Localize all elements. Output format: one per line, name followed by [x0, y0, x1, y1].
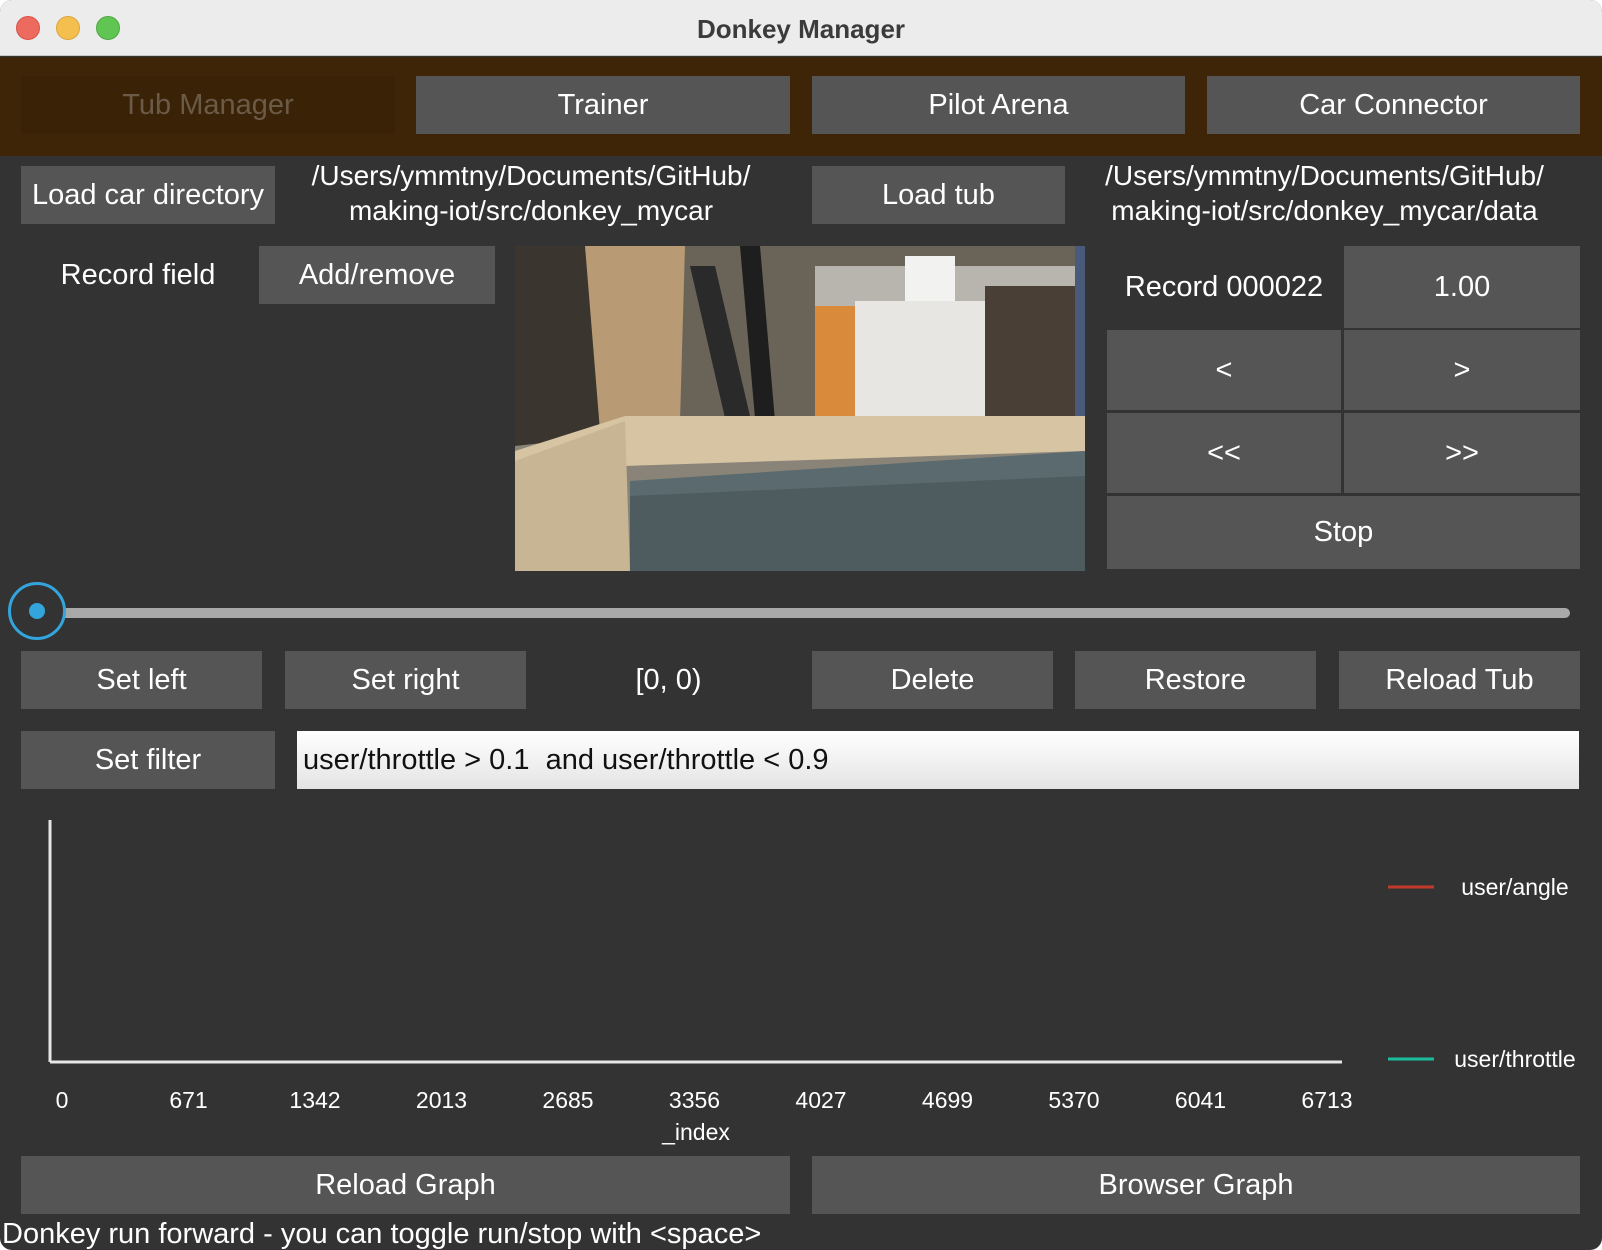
tub-path: /Users/ymmtny/Documents/GitHub/ making-i… [1072, 158, 1577, 226]
telemetry-chart: 0 671 1342 2013 2685 3356 4027 4699 5370 6041 6713… [20, 810, 1590, 1150]
add-remove-button[interactable]: Add/remove [259, 246, 495, 304]
chart-x-tick-label: 6713 [1301, 1087, 1352, 1113]
window-title: Donkey Manager [696, 14, 906, 44]
set-right-button[interactable]: Set right [285, 651, 526, 709]
tab-bar: Tub Manager Trainer Pilot Arena Car Conn… [0, 57, 1602, 156]
previous-record-button[interactable]: < [1107, 330, 1341, 410]
set-filter-button[interactable]: Set filter [21, 731, 275, 789]
app-window: Donkey Manager Tub Manager Trainer Pilot… [0, 0, 1602, 1250]
chart-x-tick-label: 5370 [1048, 1087, 1099, 1113]
filter-expression-input[interactable] [297, 731, 1579, 789]
car-directory-path-line1: /Users/ymmtny/Documents/GitHub/ [311, 160, 751, 191]
legend-label: user/throttle [1454, 1046, 1575, 1072]
camera-image-drawing [515, 246, 1085, 571]
status-message: Donkey run forward - you can toggle run/… [2, 1218, 762, 1250]
record-slider-track[interactable] [38, 608, 1570, 618]
fast-forward-button[interactable]: >> [1344, 413, 1580, 493]
tab-tub-manager[interactable]: Tub Manager [21, 76, 395, 134]
next-record-button[interactable]: > [1344, 330, 1580, 410]
chart-x-axis-label: _index [661, 1119, 730, 1145]
telemetry-chart-svg: 0 671 1342 2013 2685 3356 4027 4699 5370 6041 6713… [48, 820, 1576, 1145]
record-field-label: Record field [60, 258, 216, 291]
title-bar: Donkey Manager [0, 0, 1602, 56]
tub-path-line2: making-iot/src/donkey_mycar/data [1111, 195, 1538, 226]
car-directory-path-line2: making-iot/src/donkey_mycar [348, 195, 714, 226]
tab-pilot-arena[interactable]: Pilot Arena [812, 76, 1185, 134]
load-car-directory-button[interactable]: Load car directory [21, 166, 275, 224]
tub-path-line1: /Users/ymmtny/Documents/GitHub/ [1105, 160, 1544, 191]
chart-x-tick-label: 3356 [669, 1087, 720, 1113]
chart-legend: user/angle user/throttle [1388, 874, 1576, 1072]
rewind-button[interactable]: << [1107, 413, 1341, 493]
record-index-label: Record 000022 [1124, 270, 1324, 303]
chart-x-tick-label: 4699 [922, 1087, 973, 1113]
restore-button[interactable]: Restore [1075, 651, 1316, 709]
reload-graph-button[interactable]: Reload Graph [21, 1156, 790, 1214]
chart-x-tick-label: 2685 [542, 1087, 593, 1113]
delete-button[interactable]: Delete [812, 651, 1053, 709]
chart-x-tick-label: 0 [56, 1087, 69, 1113]
speed-value[interactable]: 1.00 [1344, 246, 1580, 328]
record-slider-handle[interactable] [8, 582, 66, 640]
legend-label: user/angle [1461, 874, 1568, 900]
selection-range: [0, 0) [635, 663, 702, 696]
browser-graph-button[interactable]: Browser Graph [812, 1156, 1580, 1214]
camera-image [515, 246, 1085, 571]
chart-x-tick-label: 1342 [289, 1087, 340, 1113]
stop-button[interactable]: Stop [1107, 496, 1580, 569]
chart-x-tick-label: 2013 [416, 1087, 467, 1113]
chart-x-tick-label: 6041 [1175, 1087, 1226, 1113]
car-directory-path: /Users/ymmtny/Documents/GitHub/ making-i… [281, 158, 781, 226]
chart-x-tick-label: 671 [169, 1087, 207, 1113]
chart-x-tick-label: 4027 [795, 1087, 846, 1113]
reload-tub-button[interactable]: Reload Tub [1339, 651, 1580, 709]
load-tub-button[interactable]: Load tub [812, 166, 1065, 224]
tab-trainer[interactable]: Trainer [416, 76, 790, 134]
set-left-button[interactable]: Set left [21, 651, 262, 709]
tab-car-connector[interactable]: Car Connector [1207, 76, 1580, 134]
